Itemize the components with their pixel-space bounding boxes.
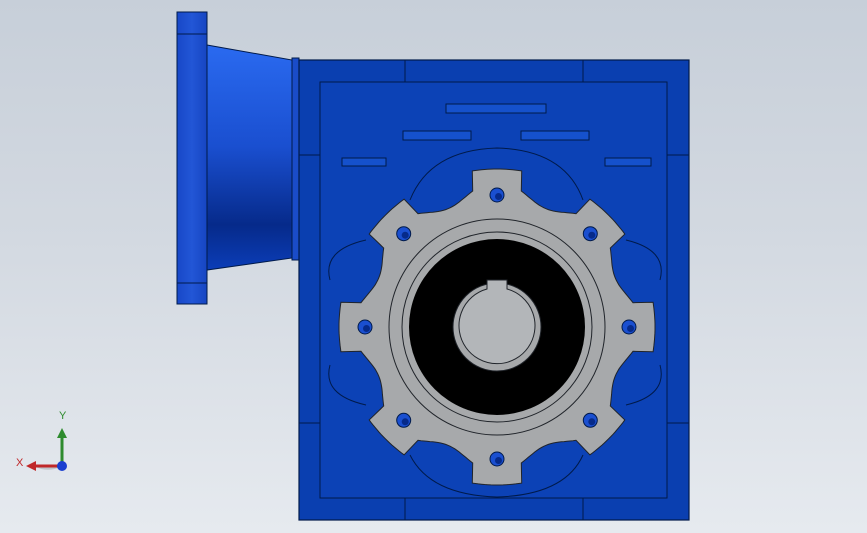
gearbox-model[interactable] — [0, 0, 867, 533]
y-axis-label: Y — [59, 410, 67, 422]
bolt-hole-inner — [627, 325, 634, 332]
motor-flange — [176, 11, 300, 305]
axis-triad: Y X — [10, 410, 80, 480]
bolt-hole-inner — [495, 193, 502, 200]
bolt-hole-inner — [588, 231, 596, 239]
bolt-hole-inner — [495, 457, 502, 464]
y-axis-arrowhead — [57, 428, 67, 438]
x-axis-arrowhead — [26, 461, 36, 471]
3d-viewport[interactable]: Y X — [0, 0, 867, 533]
x-axis-label: X — [16, 457, 24, 469]
z-axis-dot — [57, 461, 67, 471]
bolt-hole-inner — [401, 418, 409, 426]
bolt-hole-inner — [363, 325, 370, 332]
bolt-hole-inner — [401, 231, 409, 239]
bolt-hole-inner — [588, 418, 596, 426]
